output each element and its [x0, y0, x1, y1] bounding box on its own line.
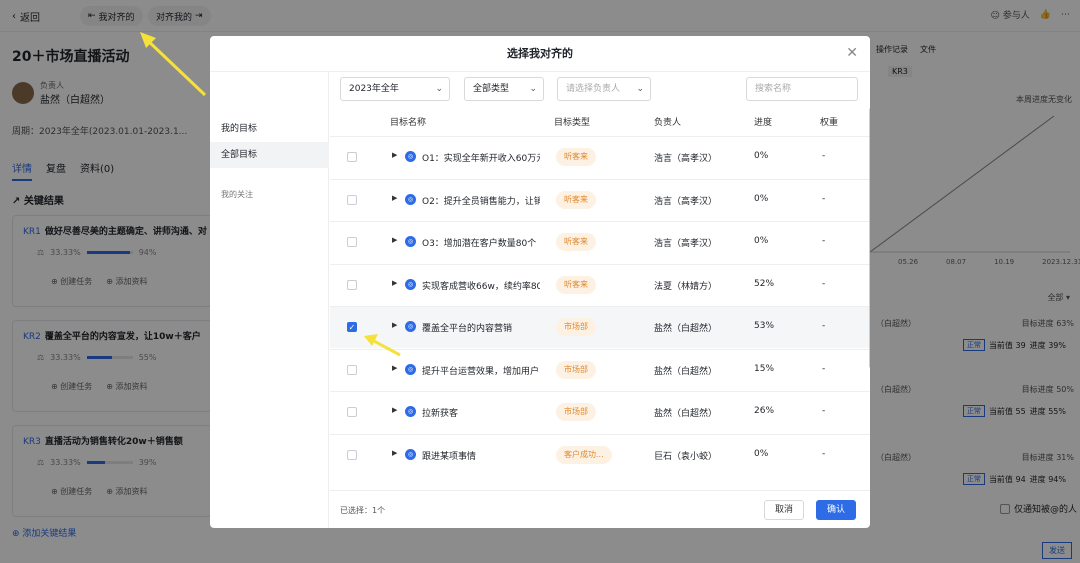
- annotation-arrow-checkbox: [364, 334, 401, 357]
- annotation-arrows: [140, 32, 401, 357]
- annotation-arrow-top: [140, 32, 207, 97]
